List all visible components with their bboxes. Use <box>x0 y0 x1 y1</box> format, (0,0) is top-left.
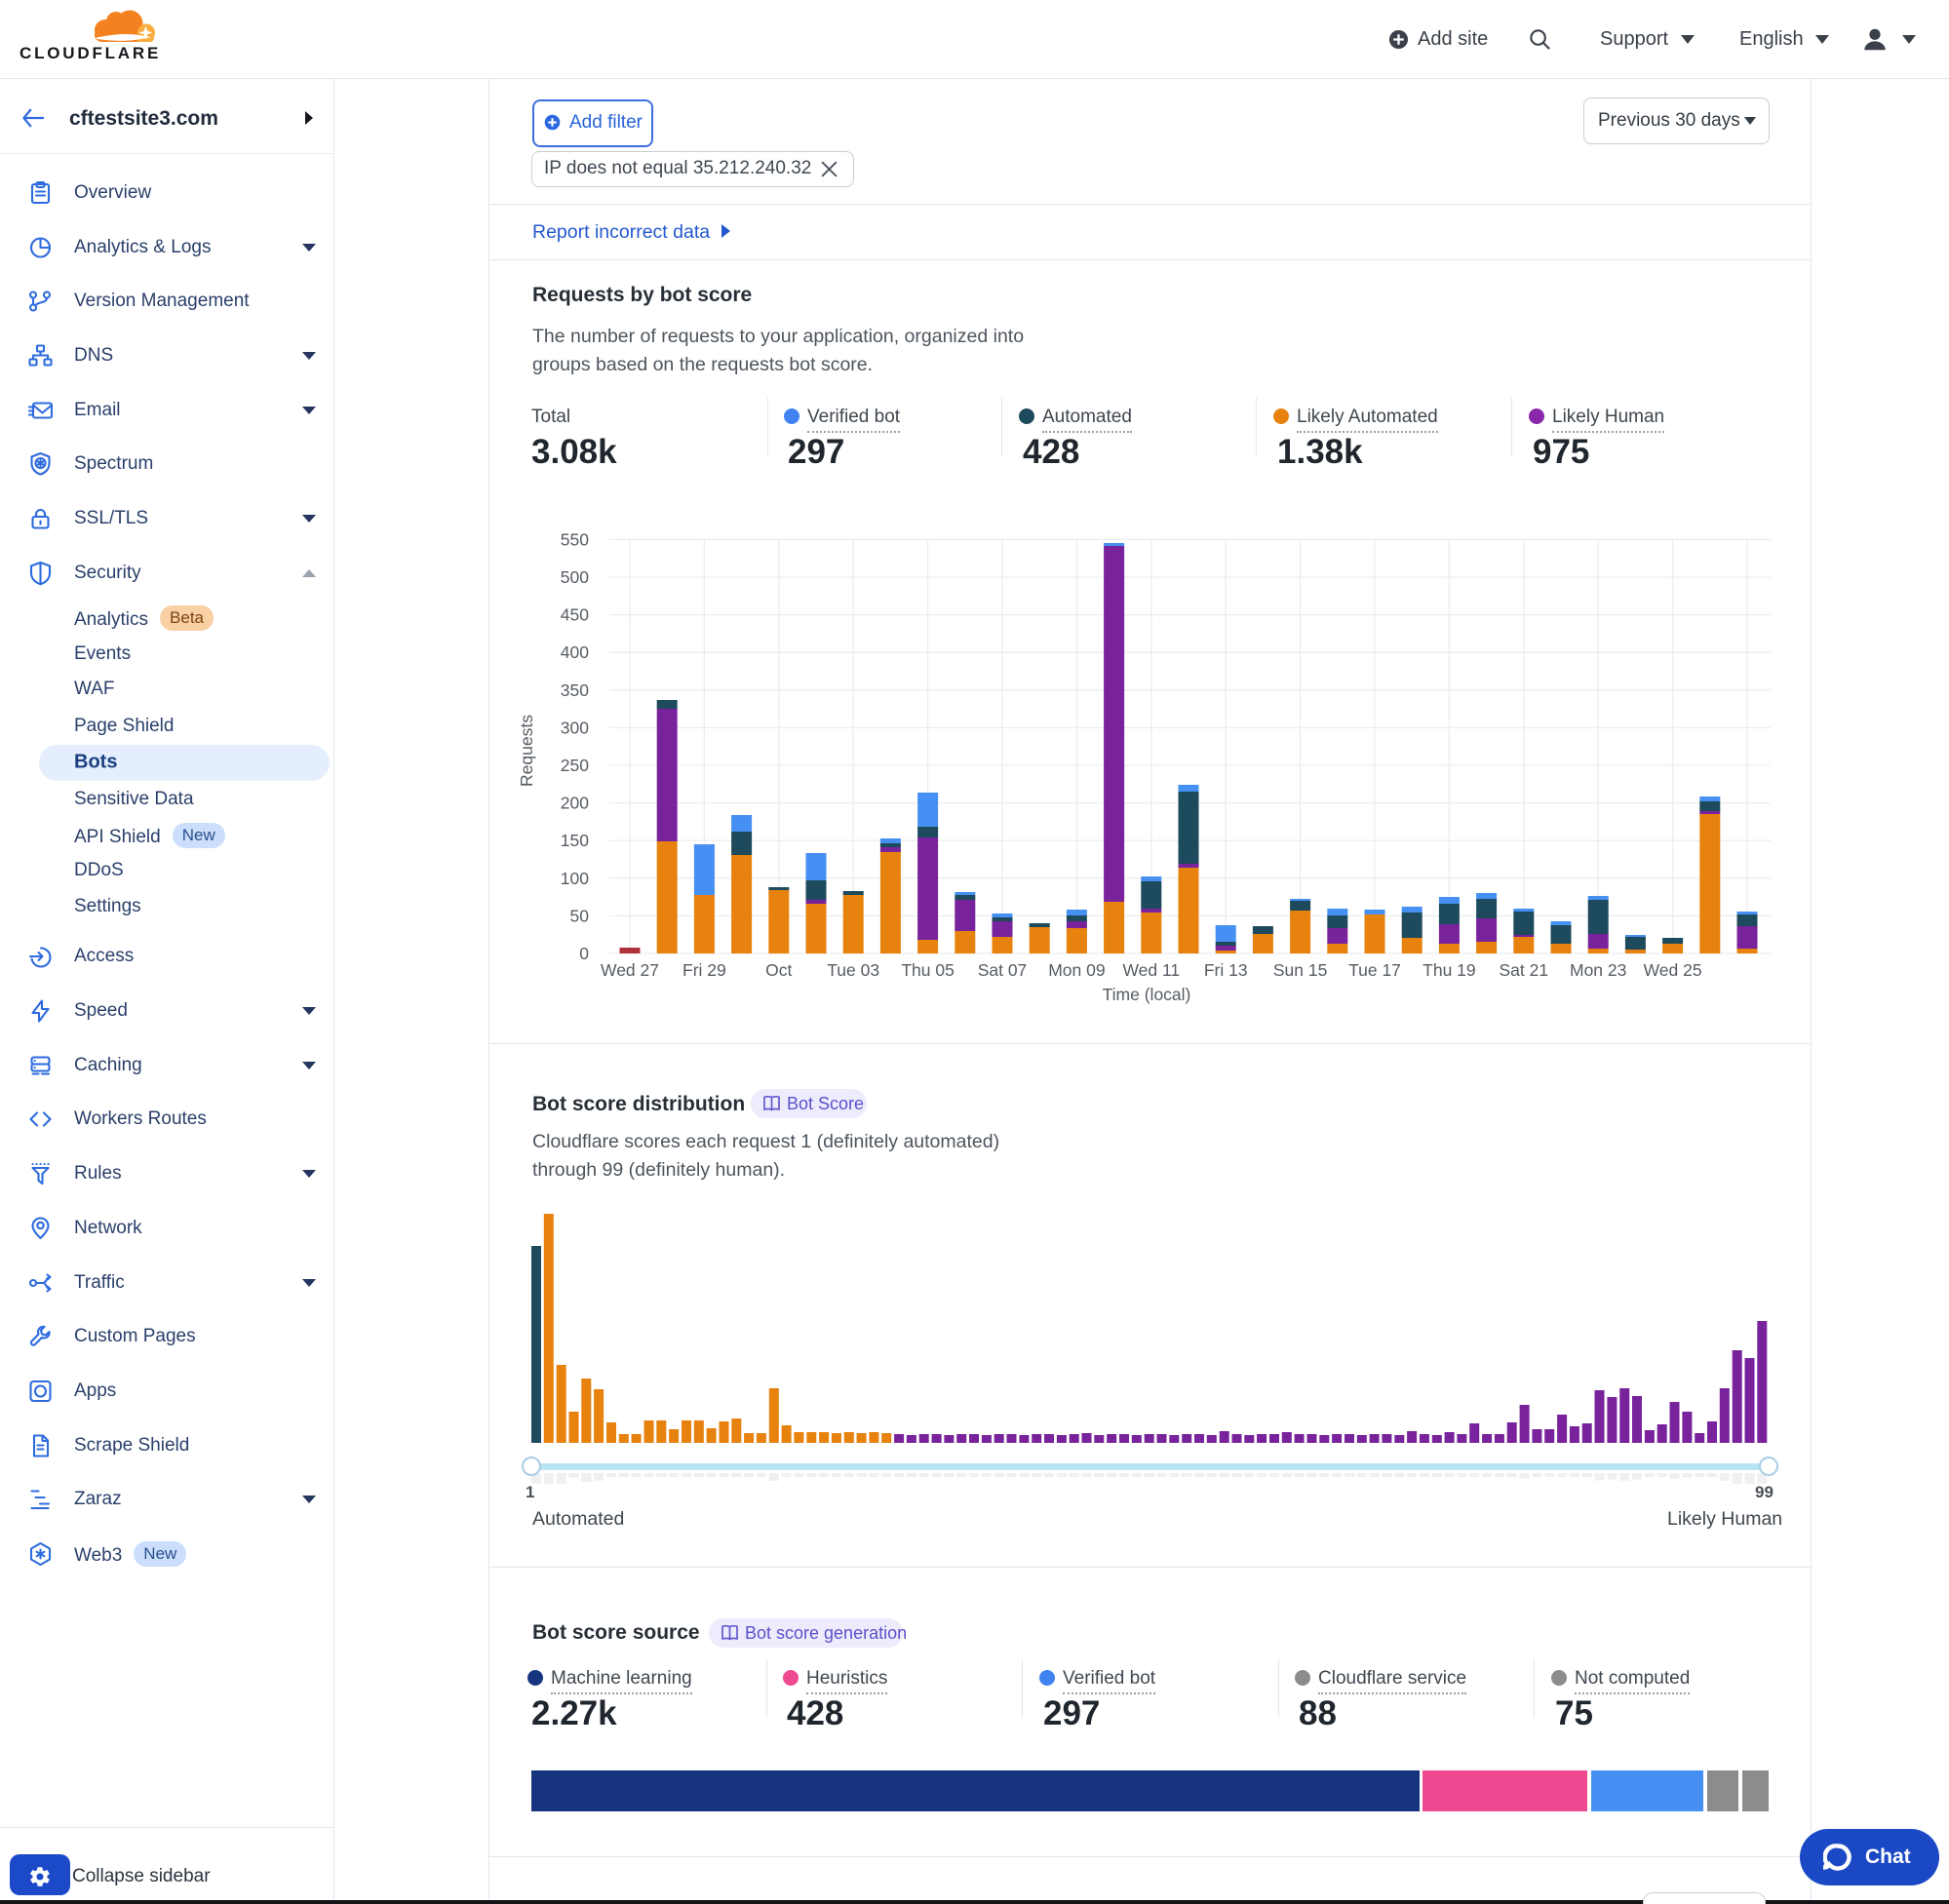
svg-text:350: 350 <box>561 680 589 700</box>
svg-text:Wed 11: Wed 11 <box>1122 960 1180 980</box>
svg-text:400: 400 <box>561 642 589 662</box>
svg-text:Mon 09: Mon 09 <box>1048 960 1105 980</box>
svg-text:500: 500 <box>561 567 589 587</box>
svg-text:250: 250 <box>561 756 589 775</box>
svg-text:Tue 17: Tue 17 <box>1348 960 1401 980</box>
svg-text:Fri 29: Fri 29 <box>682 960 726 980</box>
svg-text:550: 550 <box>561 529 589 549</box>
svg-text:Sat 21: Sat 21 <box>1499 960 1548 980</box>
svg-text:50: 50 <box>570 906 590 925</box>
svg-text:Time (local): Time (local) <box>1103 985 1191 1004</box>
svg-text:Mon 23: Mon 23 <box>1570 960 1626 980</box>
svg-text:150: 150 <box>561 831 589 850</box>
svg-text:Oct: Oct <box>765 960 792 980</box>
svg-text:100: 100 <box>561 869 589 888</box>
svg-text:Tue 03: Tue 03 <box>827 960 879 980</box>
svg-text:0: 0 <box>579 944 589 963</box>
svg-text:Fri 13: Fri 13 <box>1204 960 1248 980</box>
svg-text:Wed 27: Wed 27 <box>601 960 659 980</box>
svg-text:Sat 07: Sat 07 <box>978 960 1028 980</box>
svg-text:Requests: Requests <box>517 715 536 787</box>
svg-text:200: 200 <box>561 794 589 813</box>
svg-text:Wed 25: Wed 25 <box>1644 960 1702 980</box>
svg-text:Sun 15: Sun 15 <box>1273 960 1327 980</box>
svg-text:300: 300 <box>561 718 589 737</box>
svg-text:450: 450 <box>561 605 589 625</box>
svg-text:Thu 05: Thu 05 <box>901 960 954 980</box>
svg-text:Thu 19: Thu 19 <box>1423 960 1475 980</box>
